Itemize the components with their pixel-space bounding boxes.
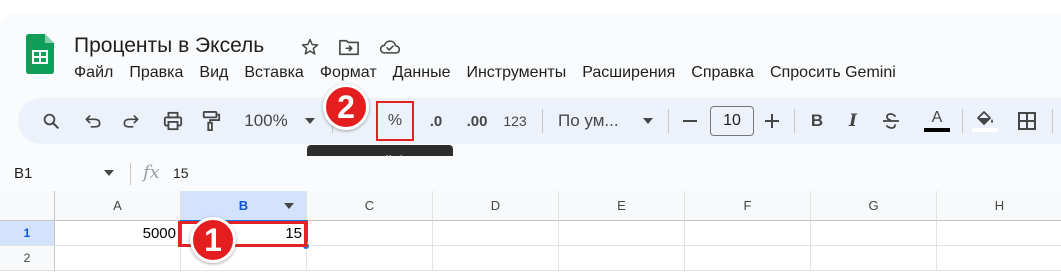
function-icon: fx (143, 162, 160, 183)
column-header-h[interactable]: H (937, 191, 1061, 221)
menu-insert[interactable]: Вставка (236, 62, 311, 84)
formula-bar-divider (130, 163, 131, 185)
column-header-c[interactable]: C (307, 191, 433, 221)
step-2-badge: 2 (323, 84, 369, 130)
menu-extensions[interactable]: Расширения (574, 62, 683, 84)
menu-bar: Файл Правка Вид Вставка Формат Данные Ин… (66, 62, 904, 84)
strikethrough-icon[interactable] (878, 106, 904, 136)
toolbar-divider (794, 109, 795, 133)
step-1-badge: 1 (190, 217, 236, 263)
paint-format-icon[interactable] (196, 106, 226, 136)
column-header-g[interactable]: G (811, 191, 937, 221)
print-icon[interactable] (158, 106, 188, 136)
cloud-saved-icon[interactable] (379, 36, 401, 58)
increase-decimal-label: .00 (466, 112, 488, 130)
move-folder-icon[interactable] (338, 36, 360, 58)
row-header-1[interactable]: 1 (0, 221, 55, 246)
document-title[interactable]: Проценты в Эксель (74, 34, 264, 58)
redo-icon[interactable] (116, 106, 146, 136)
column-menu-dropdown-icon[interactable] (284, 203, 294, 209)
search-menus-icon[interactable] (36, 106, 66, 136)
font-family-select[interactable]: По ум... (558, 106, 634, 136)
toolbar-divider (962, 109, 963, 133)
cell-g1[interactable] (811, 221, 937, 246)
menu-edit[interactable]: Правка (121, 62, 191, 84)
name-box-dropdown-icon[interactable] (104, 170, 114, 176)
toolbar-divider (1052, 109, 1053, 133)
column-header-b-label: B (238, 198, 249, 213)
column-header-a[interactable]: A (55, 191, 181, 221)
cell-a2[interactable] (55, 246, 181, 271)
decrease-decimal-button[interactable]: .0 (422, 106, 450, 136)
bold-button[interactable]: B (804, 106, 830, 136)
menu-tools[interactable]: Инструменты (458, 62, 574, 84)
toolbar-divider (542, 109, 543, 133)
zoom-select[interactable]: 100% (238, 106, 294, 136)
fill-color-icon[interactable] (970, 106, 1000, 136)
column-header-f[interactable]: F (685, 191, 811, 221)
cell-f1[interactable] (685, 221, 811, 246)
column-header-d[interactable]: D (433, 191, 559, 221)
decrease-decimal-label: .0 (429, 112, 443, 130)
column-header-e[interactable]: E (559, 191, 685, 221)
row-header-2[interactable]: 2 (0, 246, 55, 271)
italic-button[interactable]: I (840, 106, 866, 136)
font-family-dropdown-icon[interactable] (640, 106, 656, 136)
undo-icon[interactable] (78, 106, 108, 136)
text-color-button[interactable]: A (922, 106, 952, 136)
cell-h1[interactable] (937, 221, 1061, 246)
percent-highlight-box (376, 101, 414, 141)
cell-g2[interactable] (811, 246, 937, 271)
cell-a1[interactable]: 5000 (55, 221, 181, 246)
cell-e1[interactable] (559, 221, 685, 246)
star-icon[interactable] (299, 36, 321, 58)
zoom-dropdown-icon[interactable] (302, 106, 318, 136)
fill-color-swatch (972, 128, 998, 132)
menu-help[interactable]: Справка (683, 62, 762, 84)
menu-data[interactable]: Данные (385, 62, 459, 84)
text-color-swatch (924, 128, 950, 132)
menu-format[interactable]: Формат (312, 62, 385, 84)
menu-file[interactable]: Файл (66, 62, 121, 84)
number-format-button[interactable]: 123 (500, 106, 530, 136)
menu-ask-gemini[interactable]: Спросить Gemini (762, 62, 904, 84)
formula-input[interactable]: 15 (173, 165, 189, 181)
cell-c2[interactable] (307, 246, 433, 271)
toolbar: 100% % .0 .00 123 По ум... 10 B I A (18, 98, 1061, 144)
menu-view[interactable]: Вид (191, 62, 236, 84)
name-box[interactable]: B1 (14, 165, 32, 182)
decrease-font-size-icon[interactable] (678, 106, 702, 136)
font-size-input[interactable]: 10 (710, 106, 754, 136)
cell-c1[interactable] (307, 221, 433, 246)
increase-decimal-button[interactable]: .00 (460, 106, 494, 136)
sheets-logo-icon[interactable] (24, 34, 54, 74)
cell-h2[interactable] (937, 246, 1061, 271)
toolbar-divider (668, 109, 669, 133)
select-all-corner[interactable] (0, 191, 55, 221)
cell-d1[interactable] (433, 221, 559, 246)
borders-icon[interactable] (1012, 106, 1042, 136)
column-header-b[interactable]: B (181, 191, 307, 221)
cell-f2[interactable] (685, 246, 811, 271)
text-color-label: A (931, 109, 943, 126)
cell-e2[interactable] (559, 246, 685, 271)
increase-font-size-icon[interactable] (760, 106, 784, 136)
spreadsheet-grid: A B C D E F G H 1 2 5000 15 (0, 191, 1061, 277)
cell-d2[interactable] (433, 246, 559, 271)
formula-bar: B1 fx 15 (0, 156, 1061, 192)
